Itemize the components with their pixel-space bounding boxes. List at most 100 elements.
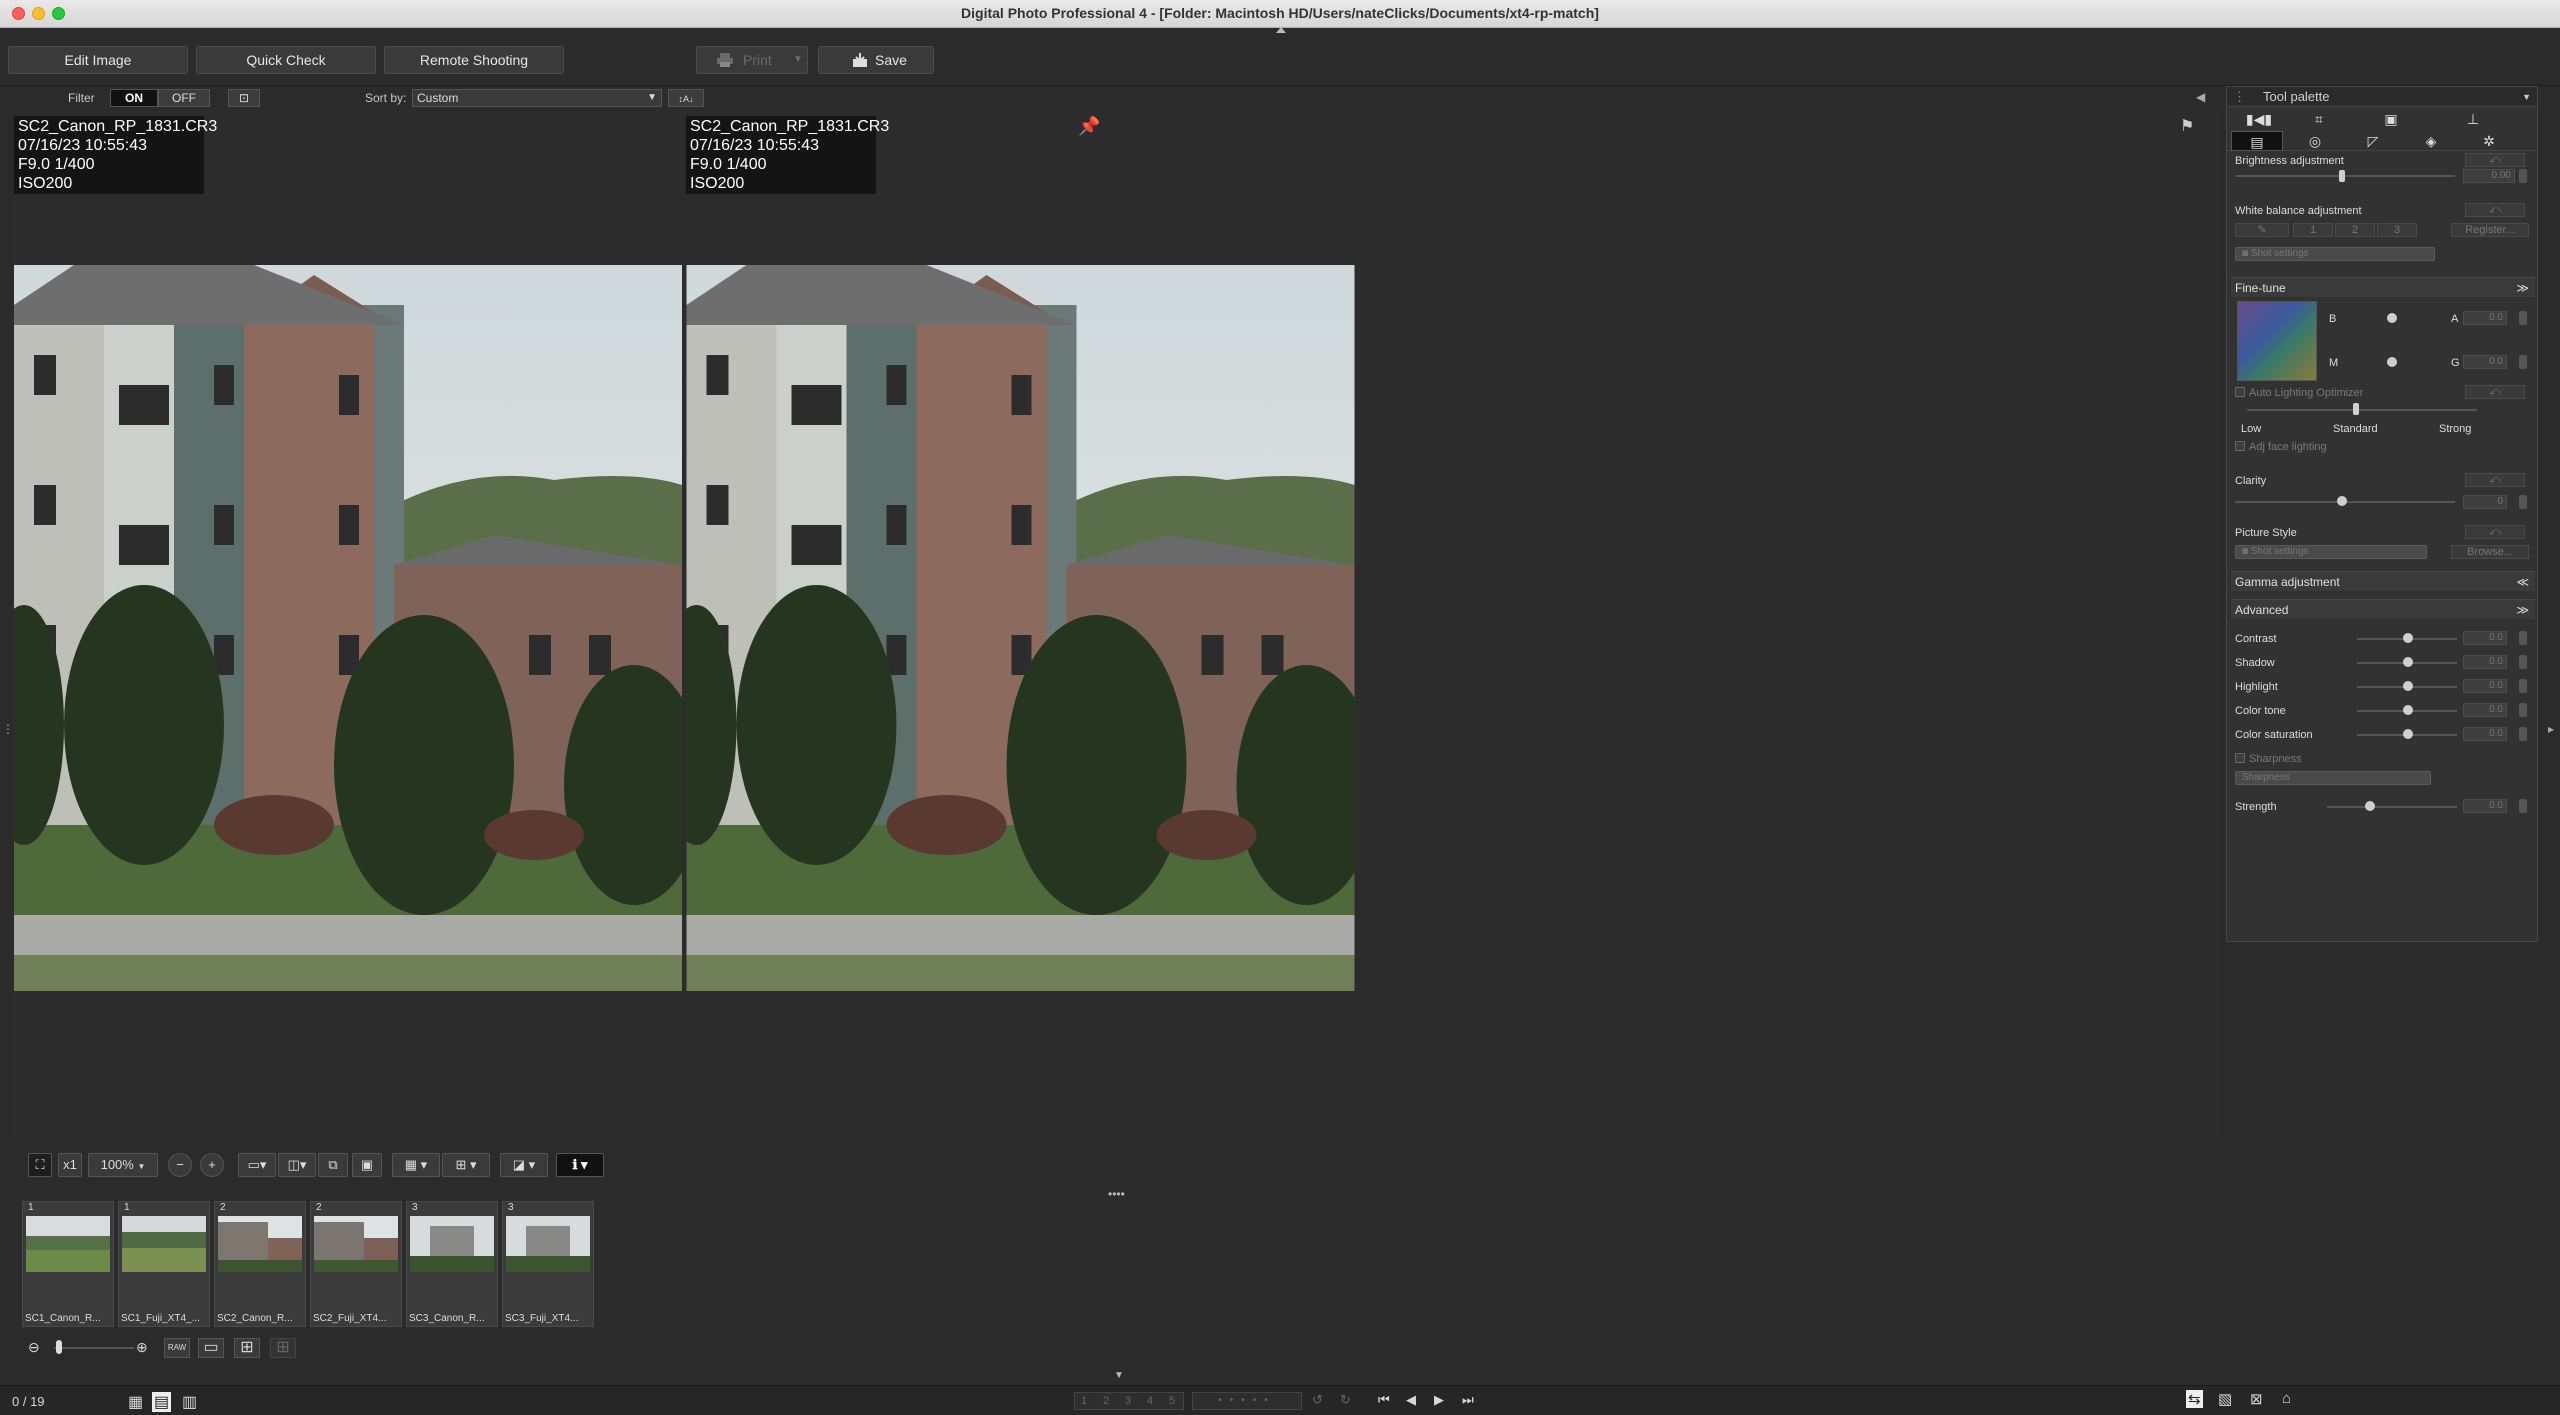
brightness-reset-button[interactable]: ⤺ (2465, 153, 2525, 167)
rating-1-button[interactable]: 1 (1081, 1393, 1087, 1409)
chevron-down-icon[interactable]: ▼ (2522, 87, 2531, 107)
sync-button[interactable]: ⧉ (318, 1153, 348, 1177)
picture-style-browse-button[interactable]: Browse... (2451, 545, 2529, 559)
filmstrip-thumb[interactable]: 2 SC2_Canon_R... (214, 1201, 306, 1327)
fine-tune-b-knob[interactable] (2387, 313, 2397, 323)
zoom-x1-button[interactable]: x1 (58, 1153, 82, 1177)
rating-5-button[interactable]: 5 (1169, 1393, 1175, 1409)
view-multi-button[interactable]: ⊞ (270, 1338, 296, 1358)
contrast-value-field[interactable]: 0.0 (2463, 631, 2507, 645)
contrast-spinner[interactable] (2519, 631, 2527, 645)
previous-image-icon[interactable]: ◀ (1406, 1392, 1416, 1408)
rating-2-button[interactable]: 2 (1103, 1393, 1109, 1409)
advanced-section-header[interactable]: Advanced ≫ (2231, 599, 2535, 619)
alo-slider[interactable] (2247, 409, 2477, 411)
wb-preset-2-button[interactable]: 2 (2335, 223, 2375, 237)
tab-crop-icon[interactable]: ⌗ (2291, 109, 2347, 129)
thumbnail-layout-icon[interactable]: ▤ (152, 1392, 172, 1412)
gamma-section-header[interactable]: Gamma adjustment ≪ (2231, 571, 2535, 591)
fine-tune-g-spinner[interactable] (2519, 355, 2527, 369)
left-photo[interactable] (14, 265, 682, 991)
save-button[interactable]: Save (818, 46, 934, 74)
highlight-spinner[interactable] (2519, 679, 2527, 693)
left-panel-handle-icon[interactable]: ⋮ (2, 722, 14, 736)
grid-layout-icon[interactable]: ▦ (128, 1392, 143, 1412)
thumb-grow-icon[interactable]: ⊕ (136, 1339, 148, 1356)
fine-tune-section-header[interactable]: Fine-tune ≫ (2231, 277, 2535, 297)
tab-tone-icon[interactable]: ▤ (2231, 131, 2283, 151)
first-image-icon[interactable]: ⏮ (1378, 1392, 1390, 1408)
wb-preset-3-button[interactable]: 3 (2377, 223, 2417, 237)
clarity-reset-button[interactable]: ⤺ (2465, 473, 2525, 487)
wb-eyedropper-button[interactable]: ✎ (2235, 223, 2289, 237)
color-tone-slider-knob[interactable] (2403, 705, 2413, 715)
rotate-left-icon[interactable]: ↺ (1312, 1392, 1323, 1408)
picture-style-select[interactable]: ◙ Shot settings (2235, 545, 2427, 559)
sort-select[interactable]: Custom ▼ (412, 89, 662, 107)
rating-4-button[interactable]: 4 (1147, 1393, 1153, 1409)
thumb-size-knob[interactable] (56, 1340, 62, 1354)
expand-section-icon[interactable]: ≪ (2516, 572, 2529, 592)
histogram-icon[interactable]: ▧ (2218, 1390, 2232, 1408)
navigator-icon[interactable]: ⊠ (2250, 1390, 2263, 1408)
brightness-slider[interactable] (2235, 175, 2455, 177)
flag-icon[interactable]: ⚑ (2180, 116, 2194, 136)
last-image-icon[interactable]: ⏭ (1462, 1392, 1474, 1408)
strength-slider-knob[interactable] (2365, 801, 2375, 811)
tab-curve-icon[interactable]: ◸ (2345, 131, 2401, 151)
thumb-shrink-icon[interactable]: ⊖ (28, 1339, 40, 1356)
right-panel-arrow-icon[interactable]: ▸ (2548, 722, 2554, 736)
sort-order-button[interactable]: ↕A↓ (668, 89, 704, 107)
filmstrip-thumb[interactable]: 3 SC3_Fuji_XT4... (502, 1201, 594, 1327)
rating-3-button[interactable]: 3 (1125, 1393, 1131, 1409)
drag-handle-icon[interactable]: ⋮ (2233, 87, 2246, 107)
sharpness-checkbox[interactable] (2235, 753, 2245, 763)
strength-spinner[interactable] (2519, 799, 2527, 813)
wb-shot-settings-select[interactable]: ◙ Shot settings (2235, 247, 2435, 261)
sharpness-select[interactable]: Sharpness (2235, 771, 2431, 785)
af-points-button[interactable]: ⊞ ▾ (442, 1153, 490, 1177)
contrast-slider-knob[interactable] (2403, 633, 2413, 643)
color-tone-spinner[interactable] (2519, 703, 2527, 717)
shadow-slider-knob[interactable] (2403, 657, 2413, 667)
clarity-slider-knob[interactable] (2337, 496, 2347, 506)
tab-basic-adjust-icon[interactable]: ▮◀▮ (2231, 109, 2287, 129)
tab-color-icon[interactable]: ◎ (2287, 131, 2343, 151)
collapse-palette-arrow-icon[interactable]: ◀ (2196, 90, 2205, 104)
wb-reset-button[interactable]: ⤺ (2465, 203, 2525, 217)
alo-reset-button[interactable]: ⤺ (2465, 385, 2525, 399)
color-tone-value-field[interactable]: 0.0 (2463, 703, 2507, 717)
clarity-value-field[interactable]: 0 (2463, 495, 2507, 509)
tab-lens-icon[interactable]: ◈ (2403, 131, 2459, 151)
brightness-spinner[interactable] (2519, 169, 2527, 183)
rotate-right-icon[interactable]: ↻ (1340, 1392, 1351, 1408)
filmstrip-thumb[interactable]: 1 SC1_Canon_R... (22, 1201, 114, 1327)
adj-face-checkbox[interactable] (2235, 441, 2245, 451)
thumb-size-slider[interactable] (54, 1347, 134, 1349)
zoom-level-select[interactable]: 100% ▼ (88, 1153, 158, 1177)
remote-shooting-button[interactable]: Remote Shooting (384, 46, 564, 74)
info-overlay-button[interactable]: ℹ ▾ (556, 1153, 604, 1177)
compare-mode-icon[interactable]: ⇆ (2186, 1390, 2203, 1408)
tab-image-icon[interactable]: ▣ (2363, 109, 2419, 129)
highlight-warning-button[interactable]: ◪ ▾ (500, 1153, 548, 1177)
strength-slider[interactable] (2327, 806, 2457, 808)
tool-palette-header[interactable]: ⋮ Tool palette ▼ (2227, 87, 2537, 107)
compare-button[interactable]: ▣ (352, 1153, 382, 1177)
filmstrip-thumb[interactable]: 3 SC3_Canon_R... (406, 1201, 498, 1327)
raw-jpeg-toggle[interactable]: RAW (164, 1338, 190, 1358)
alo-slider-knob[interactable] (2353, 403, 2359, 415)
color-saturation-value-field[interactable]: 0.0 (2463, 727, 2507, 741)
color-saturation-spinner[interactable] (2519, 727, 2527, 741)
quick-check-button[interactable]: Quick Check (196, 46, 376, 74)
clarity-spinner[interactable] (2519, 495, 2527, 509)
grid-overlay-button[interactable]: ▦ ▾ (392, 1153, 440, 1177)
strength-value-field[interactable]: 0.0 (2463, 799, 2507, 813)
filmstrip-thumb[interactable]: 2 SC2_Fuji_XT4... (310, 1201, 402, 1327)
layout-single-button[interactable]: ▭▾ (238, 1153, 276, 1177)
print-dropdown-icon[interactable]: ▼ (793, 47, 803, 73)
filter-lock-button[interactable]: ⊡ (228, 89, 260, 107)
right-photo[interactable] (686, 265, 1355, 991)
fine-tune-a-spinner[interactable] (2519, 311, 2527, 325)
brightness-value-field[interactable]: 0.00 (2463, 169, 2515, 183)
